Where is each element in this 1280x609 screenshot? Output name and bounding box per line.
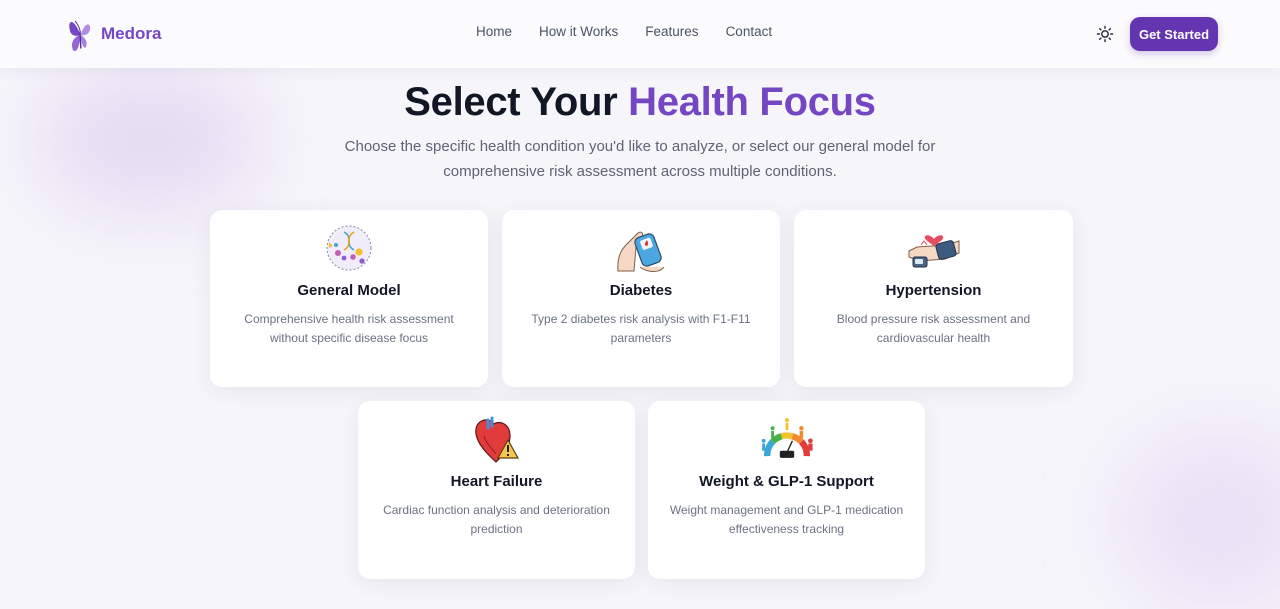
get-started-button[interactable]: Get Started [1130, 17, 1218, 51]
blood-pressure-cuff-icon [908, 235, 959, 268]
brand-name: Medora [101, 24, 162, 43]
glucose-meter-icon [617, 231, 665, 272]
bmi-gauge-icon [761, 418, 813, 458]
background-glow-right [1120, 430, 1280, 609]
card-diabetes[interactable]: Diabetes Type 2 diabetes risk analysis w… [502, 210, 780, 387]
card-title: Weight & GLP-1 Support [699, 473, 874, 490]
card-description: Weight management and GLP-1 medication e… [669, 503, 904, 536]
page-title: Select Your Health Focus [0, 80, 1280, 125]
brand-logo-link[interactable]: Medora [64, 12, 161, 56]
nav-link-home[interactable]: Home [476, 24, 512, 39]
top-navbar: Medora Home How it Works Features Contac… [0, 0, 1280, 68]
card-title: Heart Failure [450, 473, 543, 490]
card-general-model[interactable]: General Model Comprehensive health risk … [210, 210, 488, 387]
card-description: Blood pressure risk assessment and cardi… [836, 312, 1031, 345]
card-description: Type 2 diabetes risk analysis with F1-F1… [531, 312, 751, 345]
card-weight-glp1[interactable]: Weight & GLP-1 Support Weight management… [648, 401, 925, 579]
dna-molecules-icon [326, 225, 372, 271]
sun-icon[interactable] [1096, 25, 1114, 43]
card-title: General Model [297, 282, 401, 299]
card-hypertension[interactable]: Hypertension Blood pressure risk assessm… [794, 210, 1073, 387]
page-subtitle: Choose the specific health condition you… [344, 138, 936, 180]
nav-link-features[interactable]: Features [645, 24, 698, 39]
page-title-accent: Health Focus [628, 80, 876, 124]
butterfly-icon [69, 20, 91, 52]
nav-link-contact[interactable]: Contact [726, 24, 773, 39]
card-title: Hypertension [885, 282, 982, 299]
heart-warning-icon [474, 416, 519, 463]
nav-link-how-it-works[interactable]: How it Works [539, 24, 618, 39]
card-title: Diabetes [609, 282, 673, 299]
card-heart-failure[interactable]: Heart Failure Cardiac function analysis … [358, 401, 635, 579]
card-description: Comprehensive health risk assessment wit… [244, 312, 454, 345]
primary-nav: Home How it Works Features Contact [476, 24, 772, 39]
card-description: Cardiac function analysis and deteriorat… [383, 503, 610, 536]
page-title-lead: Select Your [404, 80, 629, 124]
